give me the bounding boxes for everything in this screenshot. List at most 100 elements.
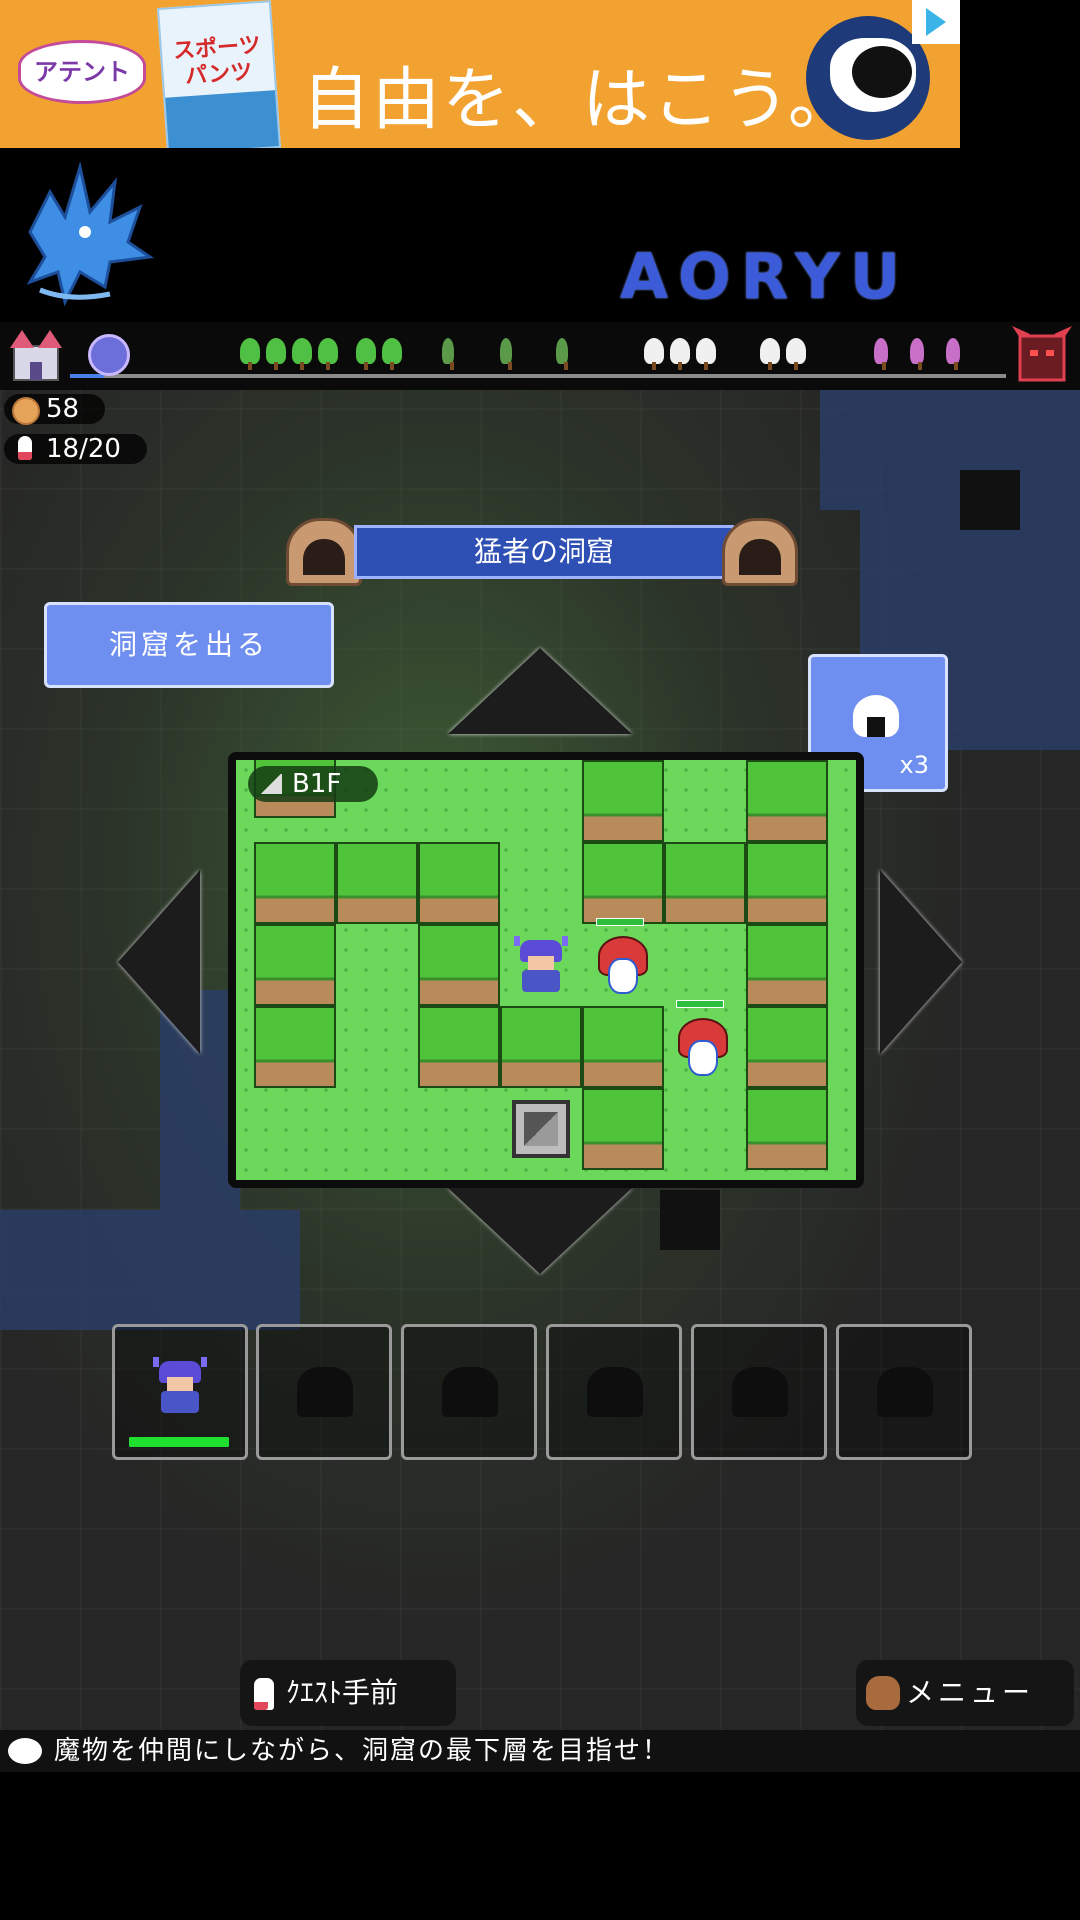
bush-wall [582, 842, 664, 924]
party-slot-empty[interactable] [401, 1324, 537, 1460]
snow-tree-icon [760, 338, 780, 370]
coin-icon [12, 397, 40, 425]
empty-slot-icon [877, 1367, 933, 1417]
cactus-icon [500, 338, 512, 370]
snow-tree-icon [644, 338, 664, 370]
empty-slot-icon [297, 1367, 353, 1417]
player-position-icon [88, 334, 130, 376]
hero-character [514, 936, 568, 992]
bush-wall [418, 1006, 500, 1088]
cave-name-banner: 猛者の洞窟 [354, 525, 734, 579]
tree-icon [318, 338, 338, 370]
bush-wall [582, 1088, 664, 1170]
ad-brand-logo: アテント [18, 40, 146, 104]
tree-icon [266, 338, 286, 370]
hero-portrait [153, 1357, 207, 1413]
ad-slogan: 自由を、はこう。 [302, 61, 858, 140]
bush-wall [254, 924, 336, 1006]
enemy-hp-bar [596, 918, 644, 926]
party-hp-bar [129, 1437, 229, 1447]
bush-wall [746, 924, 828, 1006]
empty-slot-icon [587, 1367, 643, 1417]
ad-banner[interactable]: アテント スポーツパンツ 自由を、はこう。 [0, 0, 960, 148]
bush-wall [418, 842, 500, 924]
bush-wall [500, 1006, 582, 1088]
party-slot-empty[interactable] [691, 1324, 827, 1460]
enemy-hp-bar [676, 1000, 724, 1008]
move-right-arrow[interactable] [880, 870, 962, 1054]
speech-bubble-icon [8, 1738, 42, 1764]
tree-icon [356, 338, 376, 370]
dead-tree-icon [946, 338, 960, 370]
bush-wall [254, 1006, 336, 1088]
snow-tree-icon [786, 338, 806, 370]
bush-wall [746, 1088, 828, 1170]
coin-counter: 58 [4, 394, 106, 425]
bush-wall [746, 1006, 828, 1088]
bush-wall [418, 924, 500, 1006]
dungeon-map[interactable]: B1F [228, 752, 864, 1188]
app-header: AORYU [0, 148, 1080, 318]
cave-name: 猛者の洞窟 [473, 535, 614, 568]
floor-value: B1F [292, 769, 342, 799]
cactus-icon [556, 338, 568, 370]
bag-icon [866, 1676, 900, 1710]
dead-tree-icon [874, 338, 888, 370]
party-slot-empty[interactable] [256, 1324, 392, 1460]
snow-tree-icon [696, 338, 716, 370]
bush-wall [254, 842, 336, 924]
item-count: x3 [899, 751, 929, 779]
cave-entrance-icon [286, 518, 362, 586]
cave-entrance-icon [722, 518, 798, 586]
dragon-logo-icon [26, 162, 155, 307]
world-progress-strip [0, 322, 1080, 390]
demon-boss-icon [1012, 326, 1072, 382]
stairs-down-icon[interactable] [512, 1100, 570, 1158]
party-slot[interactable] [112, 1324, 248, 1460]
bush-wall [746, 760, 828, 842]
bush-wall [664, 842, 746, 924]
ad-product-image: スポーツパンツ [156, 0, 282, 148]
progress-track [70, 374, 1006, 378]
ticket-counter: 18/20 [4, 434, 147, 464]
floor-indicator: B1F [248, 766, 378, 802]
ticket-icon [254, 1678, 274, 1710]
exit-cave-button[interactable]: 洞窟を出る [44, 602, 334, 688]
tree-icon [292, 338, 312, 370]
water-tile [820, 390, 1080, 510]
stairs-icon [260, 774, 282, 794]
onigiri-icon [853, 695, 899, 737]
red-monster[interactable] [594, 936, 648, 994]
rock-tile [660, 1190, 720, 1250]
water-tile [0, 1210, 300, 1330]
message-text: 魔物を仲間にしながら、洞窟の最下層を目指せ！ [54, 1736, 671, 1766]
cactus-icon [442, 338, 454, 370]
ticket-icon [18, 436, 32, 460]
bush-wall [746, 842, 828, 924]
bush-wall [582, 760, 664, 842]
move-down-arrow[interactable] [448, 1188, 632, 1274]
message-bar: 魔物を仲間にしながら、洞窟の最下層を目指せ！ [0, 1730, 1080, 1772]
party-slot-empty[interactable] [836, 1324, 972, 1460]
snow-tree-icon [670, 338, 690, 370]
tree-icon [382, 338, 402, 370]
castle-icon [10, 330, 62, 381]
quest-label: ｸｴｽﾄ手前 [286, 1676, 399, 1709]
empty-slot-icon [732, 1367, 788, 1417]
menu-button[interactable]: メニュー [856, 1660, 1074, 1726]
dead-tree-icon [910, 338, 924, 370]
move-left-arrow[interactable] [118, 870, 200, 1054]
tree-icon [240, 338, 260, 370]
ad-choices-icon[interactable] [912, 0, 960, 44]
move-up-arrow[interactable] [448, 648, 632, 734]
empty-slot-icon [442, 1367, 498, 1417]
ticket-value: 18/20 [46, 434, 121, 464]
rock-tile [960, 470, 1020, 530]
game-field: 58 18/20 猛者の洞窟 洞窟を出る x3 B1F [0, 390, 1080, 1770]
quest-button[interactable]: ｸｴｽﾄ手前 [240, 1660, 456, 1726]
party-slot-empty[interactable] [546, 1324, 682, 1460]
game-title: AORYU [620, 240, 911, 313]
ad-product-label: スポーツパンツ [172, 33, 262, 90]
bush-wall [336, 842, 418, 924]
red-monster[interactable] [674, 1018, 728, 1076]
